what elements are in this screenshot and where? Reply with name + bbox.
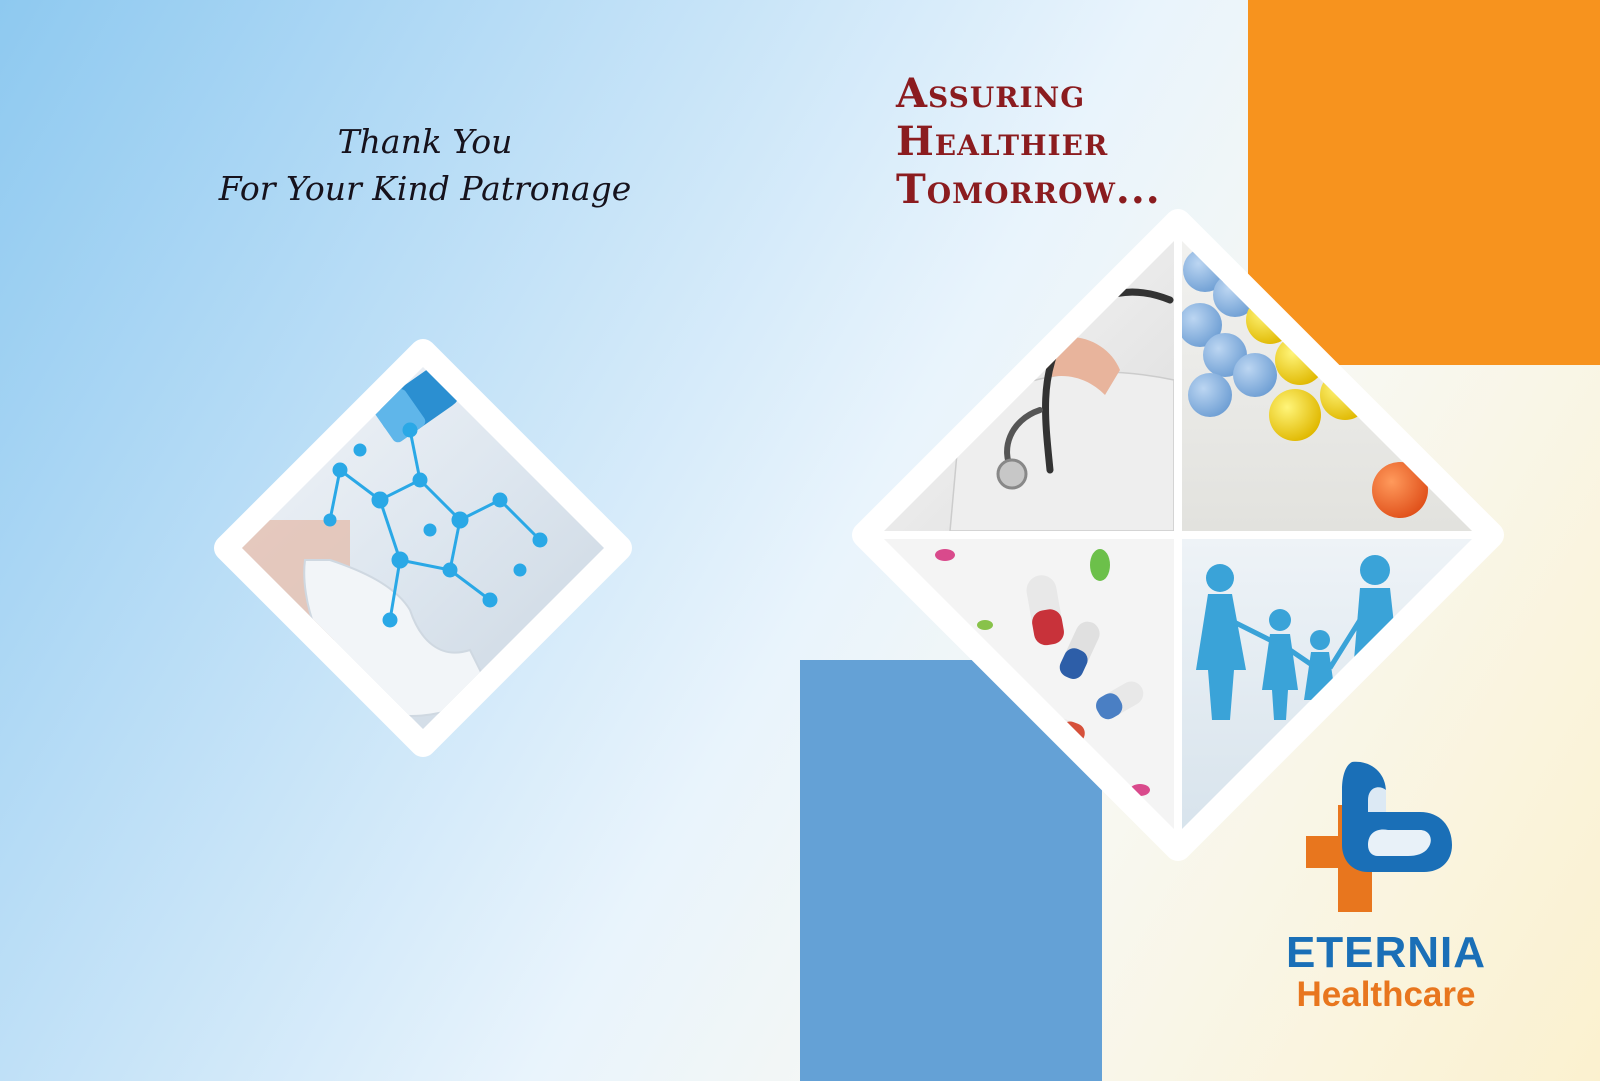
- brochure-page: Thank You For Your Kind Patronage Assuri…: [0, 0, 1600, 1081]
- capsule-molecule-photo: [214, 339, 632, 757]
- logo-wordmark: ETERNIA Healthcare: [1266, 930, 1506, 1014]
- diamond-dividers: [868, 225, 1488, 845]
- artwork: [214, 209, 1504, 912]
- cross-logo-icon: [1306, 761, 1452, 912]
- logo-subtitle: Healthcare: [1296, 975, 1476, 1014]
- logo-brand-name: ETERNIA: [1285, 928, 1487, 977]
